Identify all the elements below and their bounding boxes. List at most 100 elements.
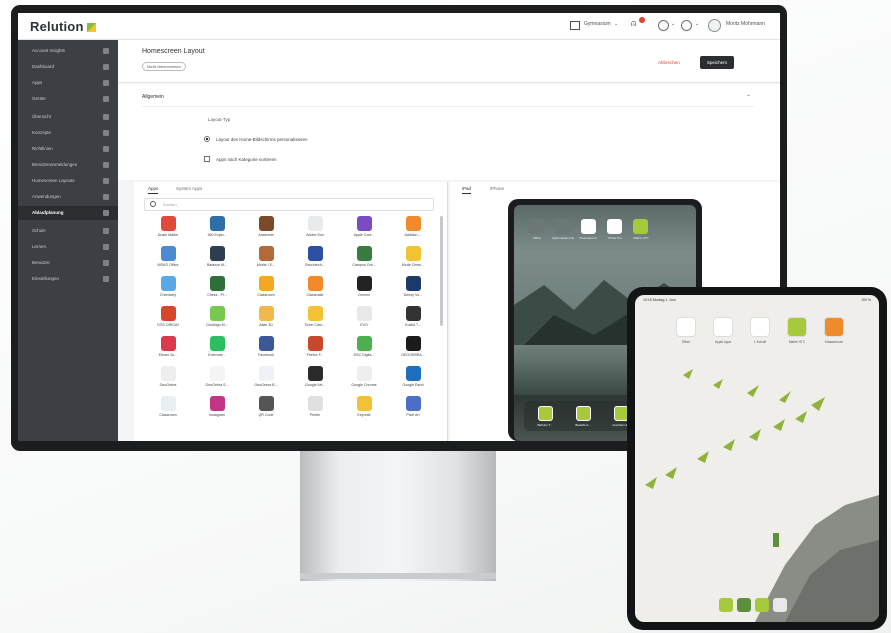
app-tile[interactable]: Classroom [242,276,290,306]
relution-logo[interactable]: Relution [30,19,96,34]
settings-icon[interactable] [681,20,692,31]
checkbox-category[interactable]: Apps nach Kategorie sortieren [204,156,277,162]
radio-personalize[interactable]: Layout des Home-Bildschirms personalisie… [204,136,308,142]
tab-ipad[interactable]: iPad [462,186,472,194]
sidebar-item-concepts[interactable]: Konzepte [18,126,118,140]
ipad-dock-app-icon[interactable] [737,598,751,612]
app-tile[interactable]: Bruchrech... [291,246,339,276]
app-tile[interactable]: Adobe Doc [291,216,339,246]
tab-system-apps[interactable]: System Apps [176,186,202,191]
app-tile[interactable]: GeoGebra B... [242,366,290,396]
sidebar-item-policies[interactable]: Richtlinien [18,142,118,156]
app-tile[interactable]: QR Code [242,396,290,426]
tab-apps[interactable]: Apps [148,186,159,194]
ipad-dock-app-icon[interactable] [755,598,769,612]
cancel-button[interactable]: Abbrechen [658,60,680,65]
app-tile[interactable]: Google Art... [291,366,339,396]
sidebar-item-insights[interactable]: Account Insights [18,44,118,58]
app-tile[interactable]: Balance M... [193,246,241,276]
sidebar-item-logins[interactable]: Benutzeranmeldungen [18,158,118,172]
sidebar-item-apps[interactable]: Apps [18,76,118,90]
tab-iphone[interactable]: iPhone [490,186,504,191]
ipad-app-icon[interactable] [676,317,696,337]
sidebar-item-devices[interactable]: Geräte [18,92,118,106]
app-tile[interactable]: Apple Conf... [340,216,388,246]
sidebar-item-overview[interactable]: Übersicht [18,110,118,124]
app-tile[interactable]: Evernote... [193,336,241,366]
app-tile[interactable]: DSS ORIGIN [144,306,192,336]
sidebar-item-users[interactable]: Benutzer [18,256,118,270]
help-icon[interactable] [658,20,669,31]
app-tile[interactable]: Duolingo M... [193,306,241,336]
app-tile[interactable]: Anatomie [242,216,290,246]
ipad-app-icon[interactable] [750,317,770,337]
home-app-icon[interactable] [529,219,544,234]
app-tile[interactable]: Duale Mathe [144,216,192,246]
app-tile[interactable]: Classroom [144,396,192,426]
ipad-app-icon[interactable] [787,317,807,337]
search-placeholder: Suchen [163,202,177,207]
home-app-icon[interactable] [633,219,648,234]
app-tile[interactable]: Gemini [340,276,388,306]
app-tile[interactable]: GEOGEBRA... [389,336,437,366]
app-tile[interactable]: Mode Chem... [389,246,437,276]
app-tile[interactable]: GeoGebra S... [193,366,241,396]
app-tile[interactable]: Firefox F... [291,336,339,366]
sidebar-item-applications[interactable]: Anwendungen [18,190,118,204]
sidebar-item-dashboard[interactable]: Dashboard [18,60,118,74]
app-tile[interactable]: Pixel Art [389,396,437,426]
app-tile[interactable]: Atlas 3D [242,306,290,336]
checkbox-icon[interactable] [204,156,210,162]
app-tile[interactable]: Chemistry [144,276,192,306]
ipad-app-icon[interactable] [713,317,733,337]
app-icon [406,216,421,231]
app-tile[interactable]: Addition ... [389,216,437,246]
user-name[interactable]: Moritz Mohrmann [726,21,765,27]
radio-selected-icon[interactable] [204,136,210,142]
app-tile[interactable]: EVO [340,306,388,336]
search-input[interactable]: Suchen [144,198,434,211]
chart-icon [103,48,109,54]
app-icon [259,366,274,381]
org-switcher[interactable]: Gymnasium [584,21,611,27]
app-tile[interactable]: Facebook [242,336,290,366]
dock-app-icon[interactable] [538,406,553,421]
dock-app-icon[interactable] [576,406,591,421]
app-tile[interactable]: Euklid T... [389,306,437,336]
ipad-dock-app-icon[interactable] [719,598,733,612]
chevron-up-icon[interactable]: ⌃ [746,94,751,101]
avatar[interactable] [708,19,721,32]
app-tile[interactable]: Moritz / E... [242,246,290,276]
sidebar-item-settings[interactable]: Einstellungen [18,272,118,286]
app-tile[interactable]: Google Earth [389,366,437,396]
app-tile[interactable]: Campus Ont... [340,246,388,276]
app-tile[interactable]: Deezy Vo... [389,276,437,306]
app-tile[interactable]: Instagram [193,396,241,426]
app-tile[interactable]: DSC Digita... [340,336,388,366]
ipad-dock-app-icon[interactable] [773,598,787,612]
app-tile[interactable]: Classmate [291,276,339,306]
app-label: Facebook [258,353,274,357]
app-tile[interactable]: 360 Explo... [193,216,241,246]
ipad-app-icon[interactable] [824,317,844,337]
sidebar-item-label: Ablaufplanung [32,210,64,215]
app-tile[interactable]: MSKO Office [144,246,192,276]
app-icon [161,276,176,291]
scrollbar[interactable] [440,216,443,326]
app-tile[interactable]: Elearn Sc... [144,336,192,366]
bell-icon[interactable]: ⍝ [631,18,636,29]
app-tile[interactable]: GeoGebra [144,366,192,396]
home-app-icon[interactable] [555,219,570,234]
sidebar-item-homescreen-layouts[interactable]: Homescreen Layouts [18,174,118,188]
sidebar-item-learning[interactable]: Lernen [18,240,118,254]
sidebar-item-schedule[interactable]: Ablaufplanung [18,206,118,220]
app-tile[interactable]: Chess - Pl... [193,276,241,306]
home-app-icon[interactable] [581,219,596,234]
app-tile[interactable]: Printer [291,396,339,426]
save-button[interactable]: Speichern [700,56,734,69]
app-tile[interactable]: Google Chrome [340,366,388,396]
app-tile[interactable]: Euler Cam... [291,306,339,336]
app-tile[interactable]: Keynote [340,396,388,426]
home-app-icon[interactable] [607,219,622,234]
sidebar-item-school[interactable]: Schule [18,224,118,238]
